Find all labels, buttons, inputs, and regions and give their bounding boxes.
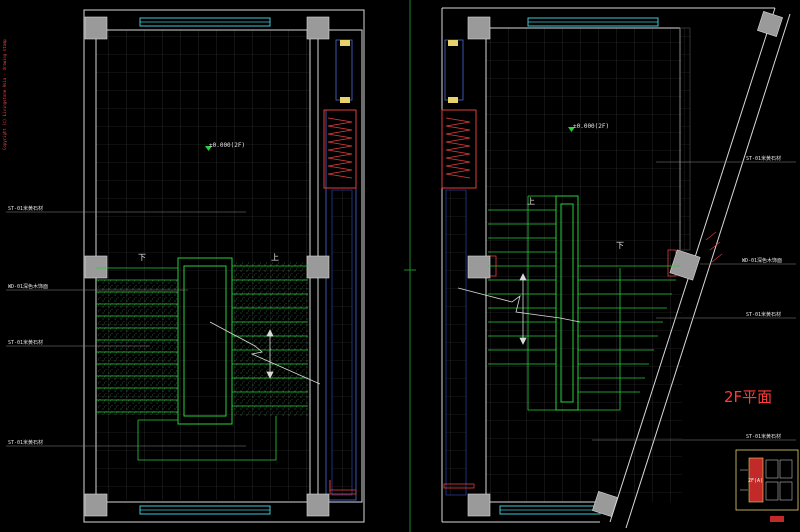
- column: [306, 493, 330, 517]
- left-bottom-window: [139, 505, 271, 515]
- plan-title: 2F平面: [724, 388, 772, 406]
- column: [84, 493, 108, 517]
- left-stair-down-label: 下: [138, 253, 146, 262]
- key-plan-label: 2F(A): [748, 478, 763, 484]
- column: [467, 16, 491, 40]
- column: [306, 16, 330, 40]
- left-material-label: ST-01米黄石材: [8, 439, 43, 446]
- right-material-label: ST-01米黄石材: [746, 155, 781, 162]
- column: [306, 255, 330, 279]
- cad-drawing-canvas: Copyright (c) Livingstone Asia - drawing…: [2, 0, 799, 532]
- right-top-window: [527, 17, 659, 27]
- left-material-label: WD-01深色木饰面: [8, 283, 48, 290]
- column: [467, 493, 491, 517]
- right-stair-down-label: 下: [616, 241, 624, 250]
- left-door-spring: [323, 109, 357, 189]
- column: [467, 255, 491, 279]
- column: [84, 16, 108, 40]
- watermark-text: Copyright (c) Livingstone Asia - drawing…: [2, 39, 7, 150]
- key-plan: 2F(A): [735, 449, 799, 522]
- left-top-window: [139, 17, 271, 27]
- right-material-label: ST-01米黄石材: [746, 433, 781, 440]
- column: [757, 11, 783, 37]
- column: [84, 255, 108, 279]
- right-door-spring: [441, 109, 477, 189]
- right-stair-up-label: 上: [527, 197, 535, 206]
- left-level-mark: ±0.000(2F): [209, 142, 245, 149]
- right-level-mark: ±0.000(2F): [573, 123, 609, 130]
- left-stair-up-label: 上: [271, 253, 279, 262]
- left-material-label: ST-01米黄石材: [8, 339, 43, 346]
- right-bottom-window: [499, 505, 601, 515]
- right-material-label: WD-01深色木饰面: [742, 257, 782, 264]
- right-material-label: ST-01米黄石材: [746, 311, 781, 318]
- left-floor-plan: 下 上 ±0.000(2F) ST-01米黄石材 WD-01深色木饰面 ST-0…: [6, 9, 365, 523]
- left-material-label: ST-01米黄石材: [8, 205, 43, 212]
